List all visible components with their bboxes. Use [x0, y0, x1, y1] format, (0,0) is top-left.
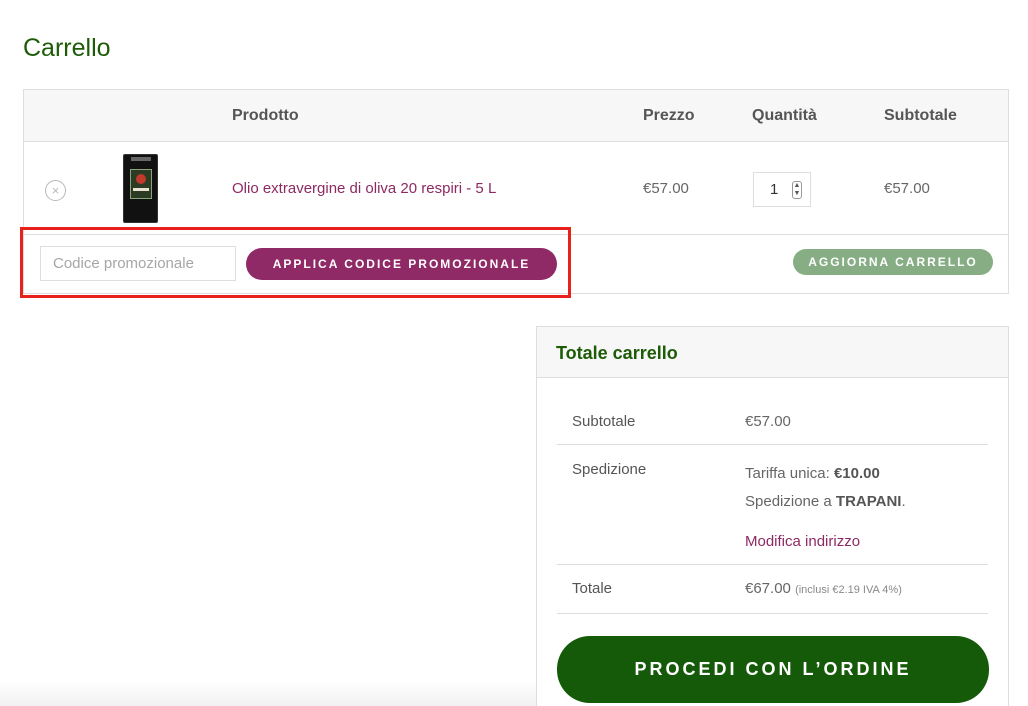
checkout-button[interactable]: PROCEDI CON L’ORDINE: [557, 636, 989, 703]
remove-item-icon[interactable]: ×: [45, 180, 66, 201]
apply-coupon-button[interactable]: APPLICA CODICE PROMOZIONALE: [246, 248, 557, 280]
header-product: Prodotto: [232, 107, 299, 124]
shipping-rate: Tariffa unica: €10.00: [745, 465, 880, 482]
cart-totals: Totale carrello Subtotale €57.00 Spedizi…: [536, 326, 1009, 706]
total-label: Totale: [572, 580, 613, 597]
page-title: Carrello: [23, 34, 111, 62]
shipping-destination-suffix: .: [901, 493, 906, 510]
total-value-wrap: €67.00 (inclusi €2.19 IVA 4%): [745, 580, 902, 597]
cart-item-row: × Olio extravergine di oliva 20 respiri …: [24, 142, 1008, 235]
subtotal-value: €57.00: [745, 413, 791, 430]
header-price: Prezzo: [643, 107, 695, 124]
totals-shipping-row: Spedizione Tariffa unica: €10.00 Spedizi…: [557, 445, 988, 565]
shipping-rate-prefix: Tariffa unica:: [745, 465, 834, 482]
spinner-arrows-icon[interactable]: ▲ ▼: [792, 181, 802, 199]
header-quantity: Quantità: [752, 107, 817, 124]
header-subtotal: Subtotale: [884, 107, 957, 124]
item-subtotal: €57.00: [884, 180, 930, 197]
update-cart-button[interactable]: AGGIORNA CARRELLO: [793, 249, 993, 275]
total-value: €67.00: [745, 580, 791, 597]
cart-table-header: Prodotto Prezzo Quantità Subtotale: [24, 90, 1008, 142]
cart-totals-header: Totale carrello: [537, 327, 1008, 378]
product-thumbnail[interactable]: [123, 154, 158, 223]
shipping-rate-value: €10.00: [833, 465, 880, 482]
tax-note: (inclusi €2.19 IVA 4%): [795, 584, 902, 596]
shipping-destination-value: TRAPANI: [835, 493, 902, 510]
shipping-label: Spedizione: [572, 461, 647, 478]
shipping-destination-prefix: Spedizione a: [745, 493, 836, 510]
quantity-value[interactable]: 1: [770, 181, 778, 198]
subtotal-label: Subtotale: [572, 413, 636, 430]
cart-actions: APPLICA CODICE PROMOZIONALE AGGIORNA CAR…: [24, 235, 1008, 293]
edit-address-link[interactable]: Modifica indirizzo: [745, 533, 860, 550]
bottom-fade: [0, 680, 536, 706]
quantity-stepper[interactable]: 1 ▲ ▼: [753, 172, 811, 207]
item-price: €57.00: [643, 180, 689, 197]
totals-total-row: Totale €67.00 (inclusi €2.19 IVA 4%): [557, 565, 988, 614]
totals-subtotal-row: Subtotale €57.00: [557, 395, 988, 445]
cart-totals-title: Totale carrello: [556, 343, 678, 363]
cart-table: Prodotto Prezzo Quantità Subtotale × Oli…: [23, 89, 1009, 294]
coupon-code-input[interactable]: [40, 246, 236, 281]
product-name-link[interactable]: Olio extravergine di oliva 20 respiri - …: [232, 180, 496, 197]
shipping-destination: Spedizione a TRAPANI.: [745, 493, 906, 510]
